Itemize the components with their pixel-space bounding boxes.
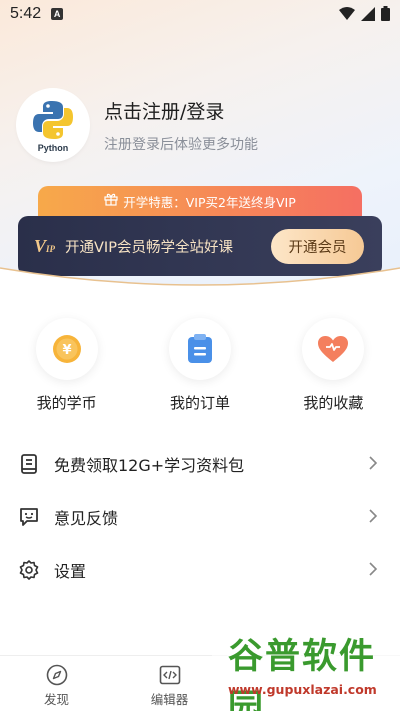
menu-label-settings: 设置	[54, 561, 87, 581]
watermark: 谷普软件园 www.gupuxlazai.com	[212, 624, 400, 711]
login-title[interactable]: 点击注册/登录	[104, 97, 258, 124]
watermark-url: www.gupuxlazai.com	[228, 682, 377, 697]
tab-discover[interactable]: 发现	[0, 656, 113, 711]
wifi-icon	[339, 6, 355, 20]
vip-logo-icon: VIP	[34, 235, 56, 256]
avatar[interactable]: Python	[18, 90, 88, 160]
tab-label-editor: 编辑器	[150, 692, 189, 707]
coin-icon: ¥	[52, 335, 81, 363]
code-icon	[159, 665, 180, 685]
svg-text:¥: ¥	[62, 343, 71, 358]
chevron-right-icon	[369, 456, 378, 470]
feedback-icon	[20, 507, 38, 526]
open-vip-button[interactable]: 开通会员	[271, 229, 364, 264]
gift-icon	[104, 193, 118, 206]
menu-label-resources: 免费领取12G+学习资料包	[54, 455, 245, 475]
quick-actions: ¥ 我的学币 我的订单 我的收藏	[0, 318, 400, 413]
quick-label-coins: 我的学币	[36, 394, 97, 412]
quick-label-favorites: 我的收藏	[303, 394, 364, 412]
avatar-text: Python	[37, 142, 69, 153]
status-bar: 5:42 A	[0, 0, 400, 28]
menu-item-feedback[interactable]: 意见反馈	[0, 490, 400, 543]
quick-item-coins[interactable]: ¥ 我的学币	[0, 318, 133, 413]
tab-label-discover: 发现	[43, 692, 69, 707]
python-logo-icon	[33, 100, 73, 139]
watermark-title: 谷普软件园	[228, 637, 377, 711]
status-icons	[339, 6, 390, 21]
profile-section[interactable]: Python 点击注册/登录 注册登录后体验更多功能	[18, 90, 258, 160]
order-icon	[187, 334, 212, 363]
notification-icon: A	[51, 8, 64, 20]
tab-editor[interactable]: 编辑器	[113, 656, 226, 711]
heart-icon	[318, 336, 349, 362]
book-icon	[21, 453, 37, 474]
menu-item-settings[interactable]: 设置	[0, 543, 400, 596]
chevron-right-icon	[369, 509, 378, 523]
signal-icon	[361, 6, 375, 21]
menu-list: 免费领取12G+学习资料包 意见反馈 设置	[0, 437, 400, 596]
menu-label-feedback: 意见反馈	[54, 508, 119, 528]
gear-icon	[19, 559, 39, 580]
battery-icon	[381, 6, 390, 21]
quick-item-favorites[interactable]: 我的收藏	[267, 318, 400, 413]
login-subtitle: 注册登录后体验更多功能	[104, 136, 258, 153]
header-curve	[0, 267, 400, 302]
quick-item-orders[interactable]: 我的订单	[133, 318, 266, 413]
vip-text: 开通VIP会员畅学全站好课	[65, 239, 233, 256]
quick-label-orders: 我的订单	[169, 394, 230, 412]
promo-banner[interactable]: 开学特惠：VIP买2年送终身VIP	[38, 186, 362, 220]
status-time: 5:42	[10, 5, 42, 22]
menu-item-resources[interactable]: 免费领取12G+学习资料包	[0, 437, 400, 490]
chevron-right-icon	[369, 562, 378, 576]
compass-icon	[46, 664, 67, 686]
